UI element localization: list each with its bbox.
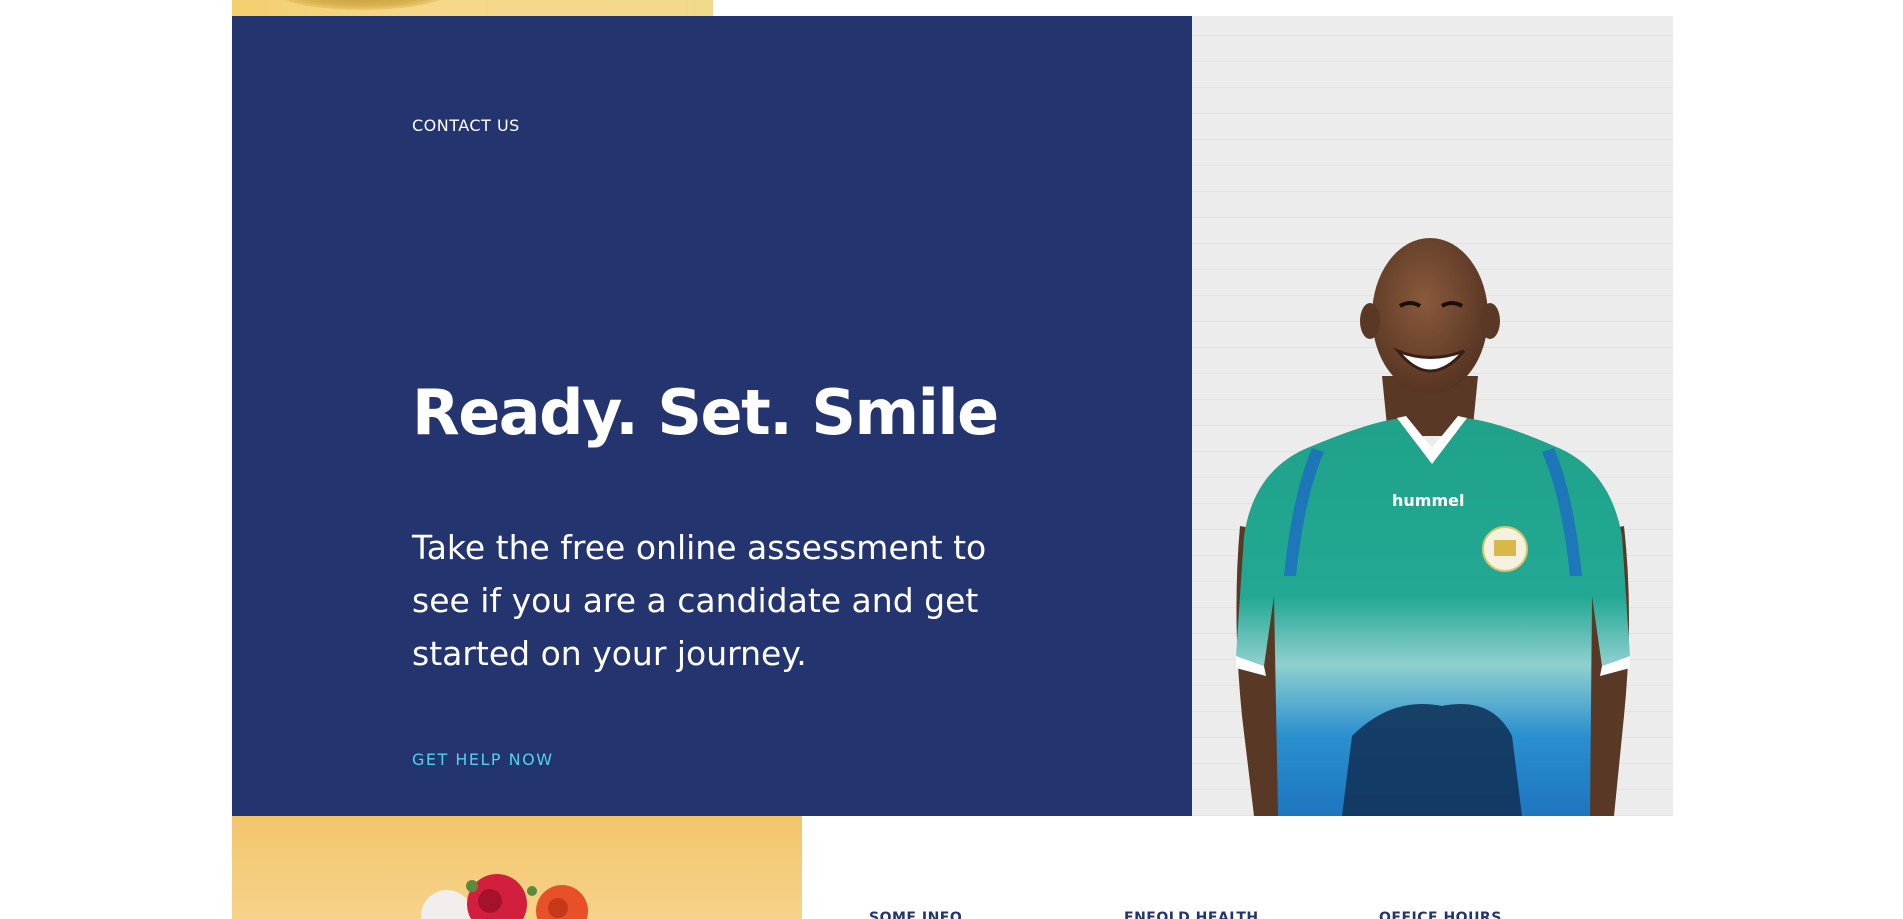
contact-panel: CONTACT US Ready. Set. Smile Take the fr…: [232, 16, 1192, 816]
section-body-text: Take the free online assessment to see i…: [412, 528, 987, 673]
get-help-now-link[interactable]: GET HELP NOW: [412, 750, 554, 769]
flowers-illustration: [421, 874, 588, 919]
footer-section: SOME INFO ENFOLD HEALTH OFFICE HOURS: [232, 816, 1673, 919]
footer-heading-enfold-health: ENFOLD HEALTH: [1124, 910, 1259, 919]
page: CONTACT US Ready. Set. Smile Take the fr…: [0, 0, 1903, 919]
flower-image: [232, 816, 802, 919]
jersey-brand-text: hummel: [1392, 491, 1464, 510]
footer-heading-office-hours: OFFICE HOURS: [1379, 910, 1502, 919]
section-headline: Ready. Set. Smile: [412, 376, 999, 449]
previous-section-image: [232, 0, 713, 16]
person-illustration: hummel: [1236, 238, 1630, 816]
footer-columns: SOME INFO ENFOLD HEALTH OFFICE HOURS: [869, 910, 1634, 919]
contact-section: CONTACT US Ready. Set. Smile Take the fr…: [232, 16, 1673, 816]
previous-section-image-shape: [272, 0, 452, 10]
section-eyebrow: CONTACT US: [412, 116, 520, 135]
smiling-man-photo: hummel: [1192, 16, 1673, 816]
footer-heading-some-info: SOME INFO: [869, 910, 963, 919]
